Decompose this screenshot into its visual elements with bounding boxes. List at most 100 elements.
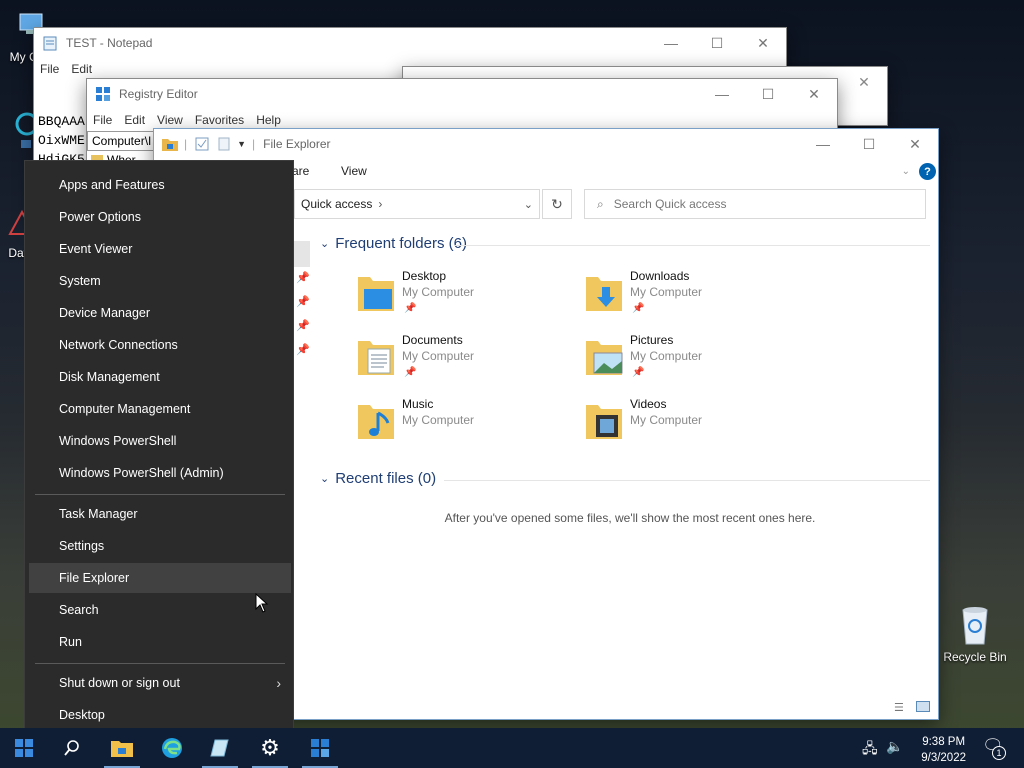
section-title: Recent files (0) <box>335 470 437 487</box>
menu-item-search[interactable]: Search <box>29 595 291 625</box>
menu-favorites[interactable]: Favorites <box>189 113 250 127</box>
chevron-right-icon[interactable]: › <box>378 197 382 211</box>
menu-item-run[interactable]: Run <box>29 627 291 657</box>
taskbar-registry-editor[interactable] <box>296 728 344 768</box>
pin-icon: 📌 <box>296 344 310 356</box>
window-controls: ✕ <box>841 67 887 97</box>
network-icon[interactable]: 🖧 <box>862 738 878 762</box>
refresh-button[interactable]: ↻ <box>542 189 572 219</box>
address-bar[interactable]: Quick access › ⌄ <box>294 189 540 219</box>
menu-edit[interactable]: Edit <box>65 62 98 76</box>
menu-item-device-manager[interactable]: Device Manager <box>29 298 291 328</box>
taskbar-settings[interactable]: ⚙ <box>246 728 294 768</box>
folder-location: My Computer <box>402 285 475 299</box>
menu-item-settings[interactable]: Settings <box>29 531 291 561</box>
menu-item-windows-powershell-admin[interactable]: Windows PowerShell (Admin) <box>29 458 291 488</box>
text-line: OixWME <box>38 133 85 148</box>
folder-location: My Computer <box>630 413 703 427</box>
edge-browser-icon <box>162 738 182 758</box>
system-clock[interactable]: 9:38 PM 9/3/2022 <box>921 734 966 766</box>
pin-icon: 📌 <box>296 296 310 308</box>
window-controls: — ☐ ✕ <box>800 129 938 159</box>
maximize-button[interactable]: ☐ <box>694 28 740 58</box>
music-folder-icon <box>358 405 394 439</box>
search-placeholder: Search Quick access <box>613 197 727 211</box>
menu-item-event-viewer[interactable]: Event Viewer <box>29 234 291 264</box>
tab-share[interactable]: are <box>292 164 309 178</box>
pin-icon: 📌 <box>296 272 310 284</box>
section-divider <box>454 245 930 246</box>
large-icons-view-icon[interactable] <box>916 701 930 712</box>
folder-name: Desktop <box>402 269 447 283</box>
help-icon[interactable]: ? <box>919 163 936 180</box>
tab-view[interactable]: View <box>341 164 367 178</box>
chevron-down-icon[interactable]: ⌄ <box>902 166 910 177</box>
search-input[interactable]: ⌕ Search Quick access <box>584 189 926 219</box>
menu-item-file-explorer[interactable]: File Explorer <box>29 563 291 593</box>
menu-item-windows-powershell[interactable]: Windows PowerShell <box>29 426 291 456</box>
minimize-button[interactable]: — <box>699 79 745 109</box>
folder-tile-videos[interactable]: Videos My Computer <box>584 397 804 457</box>
folder-name: Music <box>402 397 434 411</box>
taskbar-file-explorer[interactable] <box>98 728 146 768</box>
chevron-right-icon: › <box>276 675 281 691</box>
folder-tile-documents[interactable]: Documents My Computer 📌 <box>356 333 576 393</box>
frequent-folders-header[interactable]: ⌄ Frequent folders (6) <box>320 235 467 252</box>
navigation-pane[interactable]: 📌 📌 📌 📌 <box>294 241 310 471</box>
menu-item-apps-and-features[interactable]: Apps and Features <box>29 170 291 200</box>
search-icon: ⌕ <box>597 196 604 211</box>
menu-separator <box>35 663 285 664</box>
minimize-button[interactable]: — <box>800 129 846 159</box>
maximize-button[interactable]: ☐ <box>745 79 791 109</box>
folder-name: Pictures <box>630 333 674 347</box>
taskbar-notepad[interactable] <box>196 728 244 768</box>
details-view-icon[interactable]: ☰ <box>894 701 904 714</box>
menu-view[interactable]: View <box>151 113 189 127</box>
search-button[interactable] <box>48 728 96 768</box>
notepad-menubar: File Edit <box>34 58 98 80</box>
start-button[interactable] <box>0 728 48 768</box>
close-button[interactable]: ✕ <box>740 28 786 58</box>
menu-item-shut-down-or-sign-out[interactable]: Shut down or sign out › <box>29 668 291 698</box>
minimize-button[interactable]: — <box>648 28 694 58</box>
menu-file[interactable]: File <box>34 62 65 76</box>
properties-icon[interactable] <box>195 137 209 151</box>
registry-address-bar[interactable]: Computer\I <box>87 131 157 151</box>
menu-item-desktop[interactable]: Desktop <box>29 700 291 730</box>
desktop-icon-recycle-bin[interactable]: Recycle Bin <box>940 604 1010 664</box>
menu-help[interactable]: Help <box>250 113 287 127</box>
close-button[interactable]: ✕ <box>841 67 887 97</box>
separator: | <box>184 137 188 151</box>
menu-separator <box>35 494 285 495</box>
folder-tile-downloads[interactable]: Downloads My Computer 📌 <box>584 269 804 329</box>
pin-icon: 📌 <box>404 303 417 314</box>
folder-tile-desktop[interactable]: Desktop My Computer 📌 <box>356 269 576 329</box>
close-button[interactable]: ✕ <box>791 79 837 109</box>
recent-files-header[interactable]: ⌄ Recent files (0) <box>320 470 436 487</box>
menu-item-computer-management[interactable]: Computer Management <box>29 394 291 424</box>
menu-file[interactable]: File <box>87 113 118 127</box>
folder-tile-music[interactable]: Music My Computer <box>356 397 576 457</box>
menu-item-system[interactable]: System <box>29 266 291 296</box>
menu-item-network-connections[interactable]: Network Connections <box>29 330 291 360</box>
pin-icon: 📌 <box>296 320 310 332</box>
clock-date: 9/3/2022 <box>921 752 966 764</box>
nav-selected-item[interactable] <box>294 241 310 267</box>
chevron-down-icon: ⌄ <box>320 473 330 485</box>
window-title: File Explorer <box>263 137 331 151</box>
close-button[interactable]: ✕ <box>892 129 938 159</box>
maximize-button[interactable]: ☐ <box>846 129 892 159</box>
taskbar-edge[interactable] <box>148 728 196 768</box>
notepad-icon <box>43 36 57 51</box>
menu-edit[interactable]: Edit <box>118 113 151 127</box>
folder-tile-pictures[interactable]: Pictures My Computer 📌 <box>584 333 804 393</box>
menu-item-task-manager[interactable]: Task Manager <box>29 499 291 529</box>
customize-toolbar-icon[interactable]: ▼ <box>237 139 246 149</box>
menu-item-disk-management[interactable]: Disk Management <box>29 362 291 392</box>
new-folder-icon[interactable] <box>217 137 231 151</box>
address-dropdown-icon[interactable]: ⌄ <box>524 198 533 211</box>
notification-center-button[interactable]: 🗨 1 <box>980 736 1008 760</box>
menu-item-power-options[interactable]: Power Options <box>29 202 291 232</box>
volume-icon[interactable]: 🔈 <box>886 738 903 755</box>
folder-name: Downloads <box>630 269 690 283</box>
